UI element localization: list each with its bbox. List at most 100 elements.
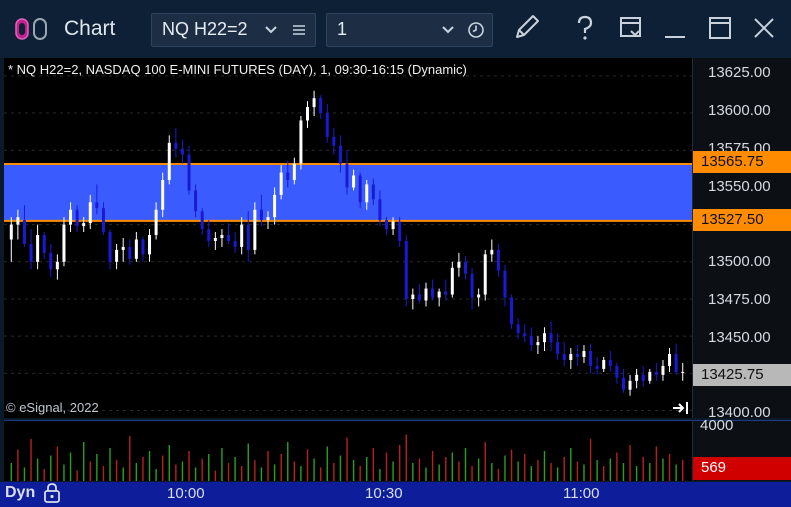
price-axis-label: 13500.00 — [708, 253, 771, 270]
candle-body — [523, 333, 527, 337]
candle-body — [516, 324, 520, 334]
candle-body — [299, 120, 303, 164]
time-axis-label: 10:30 — [365, 485, 403, 502]
candle-body — [378, 199, 382, 221]
copyright-text: © eSignal, 2022 — [6, 400, 99, 415]
candle-body — [424, 288, 428, 301]
candle-body — [510, 297, 514, 325]
volume-plot[interactable] — [4, 420, 692, 481]
candle-body — [22, 220, 26, 244]
pencil-icon[interactable] — [512, 12, 542, 42]
price-axis-label: 13475.00 — [708, 291, 771, 308]
candle-body — [29, 243, 33, 262]
symbol-selector[interactable]: NQ H22=2 — [151, 13, 316, 47]
candle-body — [483, 254, 487, 295]
interval-selector[interactable]: 1 — [326, 13, 493, 47]
candle-body — [398, 221, 402, 241]
maximize-icon[interactable] — [709, 17, 731, 39]
close-icon[interactable] — [753, 17, 775, 39]
candle-body — [668, 354, 672, 366]
app-logo-icon[interactable] — [14, 18, 50, 40]
volume-axis-label: 4000 — [700, 417, 734, 434]
candle-body — [325, 113, 329, 137]
price-plot[interactable] — [4, 58, 692, 418]
candle-body — [148, 235, 152, 255]
candle-body — [194, 190, 198, 212]
candle-body — [187, 154, 191, 191]
candle-body — [128, 246, 132, 259]
minimize-icon[interactable] — [664, 18, 686, 40]
candle-body — [411, 294, 415, 299]
chevron-down-icon[interactable] — [441, 23, 455, 37]
clock-icon[interactable] — [467, 21, 485, 39]
candle-body — [207, 229, 211, 241]
candle-body — [121, 246, 125, 250]
dynamic-mode-label[interactable]: Dyn — [5, 483, 60, 503]
template-icon[interactable] — [619, 16, 643, 40]
candle-body — [82, 223, 86, 227]
candle-body — [503, 270, 507, 298]
menu-lines-icon[interactable] — [292, 23, 306, 37]
candle-body — [681, 371, 685, 373]
candle-body — [174, 142, 178, 149]
lower-band-price-tag: 13527.50 — [693, 209, 791, 231]
candle-body — [628, 380, 632, 390]
candle-body — [556, 342, 560, 355]
price-axis-label: 13625.00 — [708, 64, 771, 81]
lock-icon[interactable] — [43, 483, 61, 503]
candle-body — [75, 209, 79, 227]
candle-body — [62, 224, 66, 262]
candle-body — [648, 371, 652, 381]
candle-body — [615, 365, 619, 378]
candle-body — [213, 238, 217, 241]
candle-body — [266, 217, 270, 221]
candle-body — [437, 291, 441, 298]
candle-body — [246, 224, 250, 250]
candle-body — [319, 98, 323, 114]
candle-body — [180, 148, 184, 155]
candle-body — [608, 359, 612, 366]
candle-body — [457, 261, 461, 268]
help-icon[interactable] — [574, 15, 596, 41]
last-price-tag: 13425.75 — [693, 364, 791, 386]
candle-body — [292, 163, 296, 180]
scroll-to-end-icon[interactable] — [672, 401, 690, 415]
candle-body — [549, 333, 553, 343]
candle-body — [16, 217, 20, 225]
candle-body — [635, 374, 639, 381]
title-bar: Chart NQ H22=2 1 — [0, 0, 791, 58]
candle-body — [431, 288, 435, 298]
candle-body — [450, 267, 454, 295]
candle-body — [529, 336, 533, 346]
candle-body — [273, 194, 277, 218]
candle-body — [200, 211, 204, 230]
candle-body — [167, 142, 171, 180]
price-axis-label: 13450.00 — [708, 329, 771, 346]
candle-body — [352, 175, 356, 188]
candle-body — [595, 365, 599, 369]
candle-body — [365, 184, 369, 203]
candle-body — [582, 351, 586, 358]
candle-body — [9, 224, 13, 240]
candle-body — [233, 240, 237, 247]
candle-body — [371, 184, 375, 200]
candle-body — [470, 273, 474, 298]
upper-band-price: 13565.75 — [701, 153, 764, 170]
candle-body — [589, 351, 593, 366]
lower-band-price: 13527.50 — [701, 211, 764, 228]
candle-body — [575, 354, 579, 358]
candle-body — [332, 136, 336, 146]
candle-body — [338, 145, 342, 164]
interval-value: 1 — [337, 19, 348, 39]
candle-body — [569, 354, 573, 360]
candle-body — [154, 209, 158, 236]
candle-body — [417, 294, 421, 301]
candle-body — [562, 354, 566, 360]
upper-band-price-tag: 13565.75 — [693, 151, 791, 173]
chart-window: Chart NQ H22=2 1 * NQ H22=2, NASDAQ 100 … — [0, 0, 791, 507]
candle-body — [602, 359, 606, 369]
candle-body — [536, 342, 540, 346]
chevron-down-icon[interactable] — [264, 23, 278, 37]
candle-body — [227, 235, 231, 241]
candle-body — [108, 232, 112, 262]
